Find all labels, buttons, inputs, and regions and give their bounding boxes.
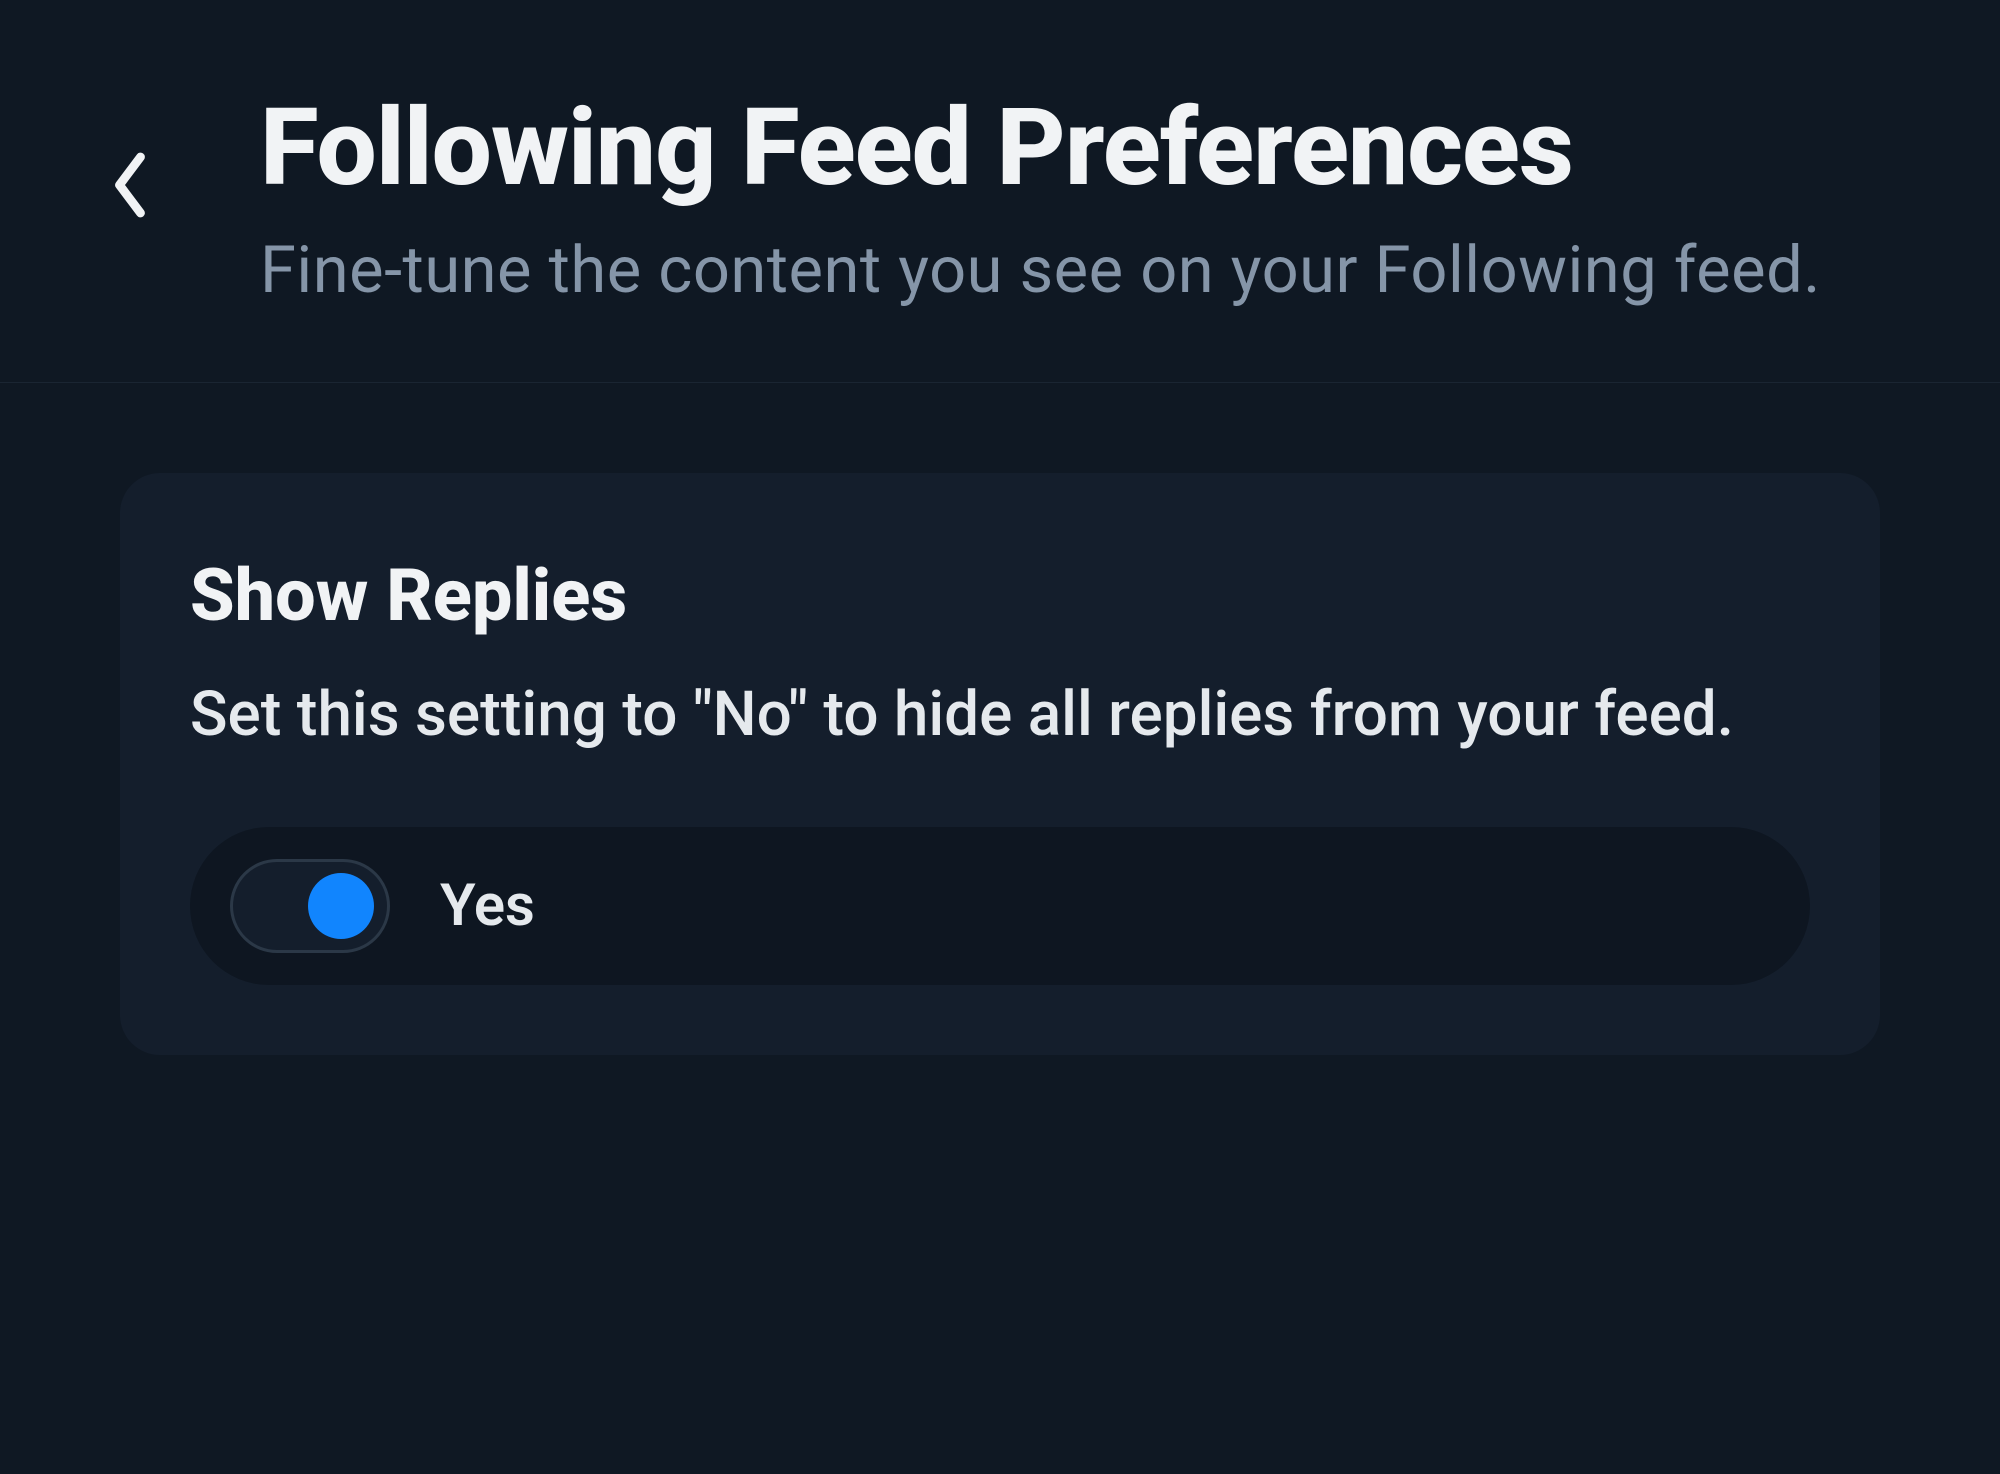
content-area: Show Replies Set this setting to "No" to… bbox=[0, 383, 2000, 1055]
back-button[interactable] bbox=[90, 145, 170, 225]
page-subtitle: Fine-tune the content you see on your Fo… bbox=[260, 228, 1940, 313]
card-title: Show Replies bbox=[190, 553, 1810, 638]
page-title: Following Feed Preferences bbox=[260, 90, 1940, 208]
show-replies-toggle[interactable] bbox=[230, 859, 390, 953]
toggle-row: Yes bbox=[190, 827, 1810, 985]
show-replies-card: Show Replies Set this setting to "No" to… bbox=[120, 473, 1880, 1055]
header-text: Following Feed Preferences Fine-tune the… bbox=[260, 90, 1940, 312]
page-header: Following Feed Preferences Fine-tune the… bbox=[0, 0, 2000, 383]
toggle-knob bbox=[308, 873, 374, 939]
chevron-left-icon bbox=[108, 150, 152, 220]
toggle-label: Yes bbox=[440, 872, 535, 940]
card-description: Set this setting to "No" to hide all rep… bbox=[190, 673, 1810, 757]
